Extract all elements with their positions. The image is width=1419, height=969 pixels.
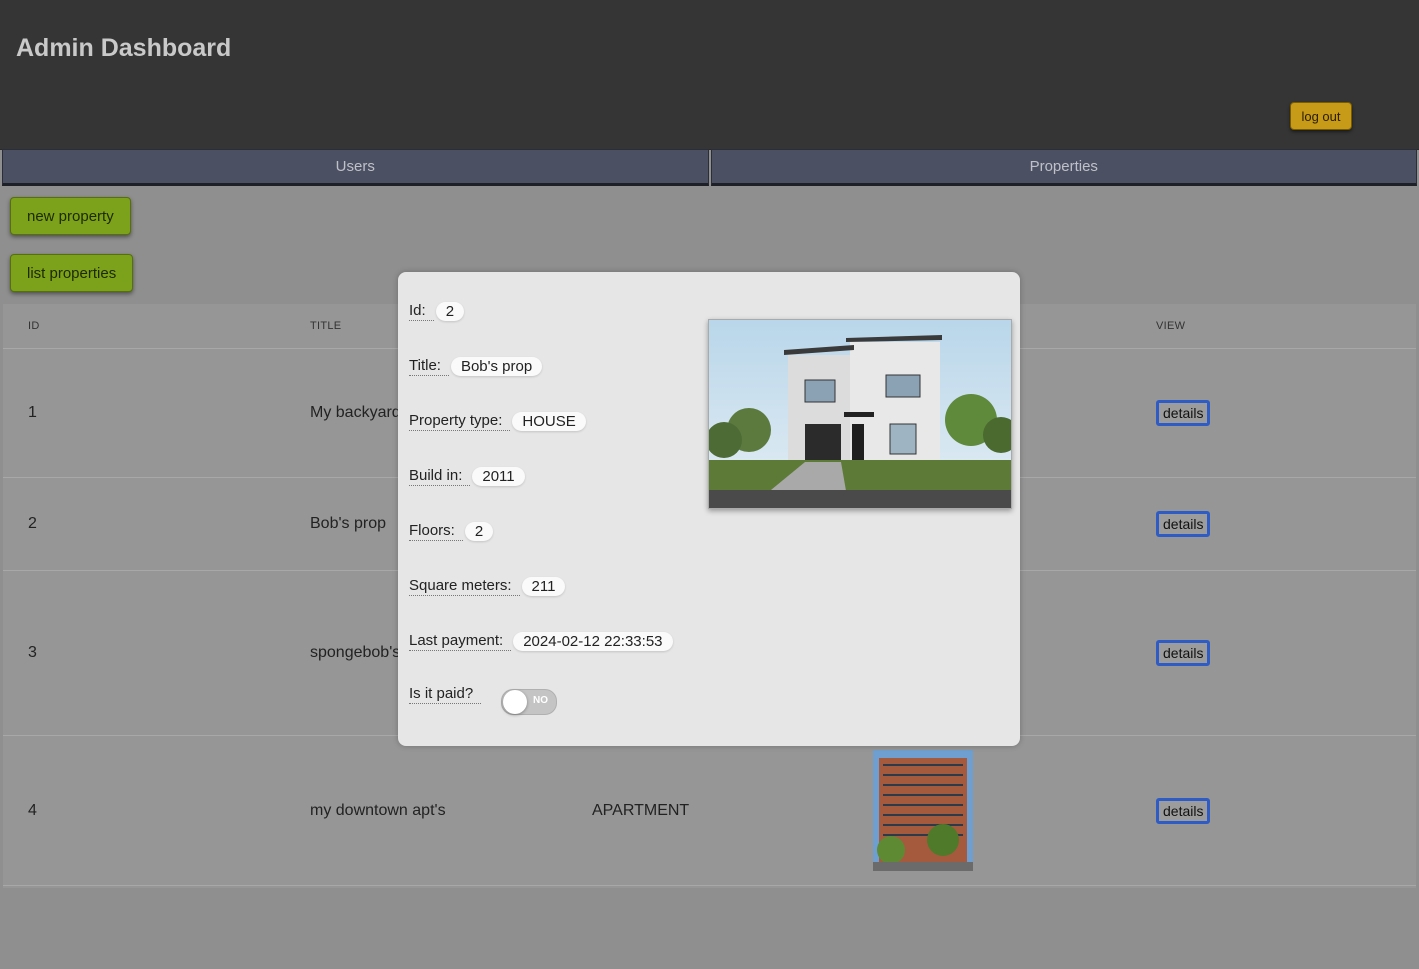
column-header-view: VIEW <box>1156 304 1416 349</box>
tab-properties[interactable]: Properties <box>710 149 1417 186</box>
table-row: 4 my downtown apt's APARTMENT details <box>3 735 1416 886</box>
row-id: 1 <box>3 348 310 478</box>
square-meters-label: Square meters: <box>409 576 520 596</box>
app-header: Admin Dashboard log out <box>0 0 1419 150</box>
details-button[interactable]: details <box>1156 511 1211 537</box>
apartment-photo <box>873 750 973 871</box>
toggle-knob <box>503 690 527 714</box>
title-value: Bob's prop <box>450 356 543 376</box>
new-property-button[interactable]: new property <box>10 197 131 235</box>
title-label: Title: <box>409 356 449 376</box>
details-button[interactable]: details <box>1156 400 1211 426</box>
toggle-state-label: NO <box>533 695 548 706</box>
field-id: Id: 2 <box>409 301 465 321</box>
row-id: 2 <box>3 477 310 571</box>
build-in-label: Build in: <box>409 466 471 486</box>
tab-users[interactable]: Users <box>2 149 709 186</box>
row-image <box>873 735 1156 886</box>
property-details-modal: Id: 2 Title: Bob's prop Property type: H… <box>398 272 1020 746</box>
property-photo <box>708 319 1012 509</box>
details-button[interactable]: details <box>1156 797 1211 824</box>
main-tabs: Users Properties <box>2 149 1417 186</box>
last-payment-label: Last payment: <box>409 631 512 651</box>
field-square-meters: Square meters: 211 <box>409 576 566 596</box>
field-title: Title: Bob's prop <box>409 356 543 376</box>
build-in-value: 2011 <box>472 466 525 486</box>
field-property-type: Property type: HOUSE <box>409 411 586 431</box>
floors-value: 2 <box>464 521 494 541</box>
square-meters-value: 211 <box>521 576 566 596</box>
page-title: Admin Dashboard <box>16 34 232 62</box>
last-payment-value: 2024-02-12 22:33:53 <box>513 631 673 651</box>
paid-toggle[interactable]: NO <box>501 689 557 715</box>
row-id: 4 <box>3 735 310 886</box>
logout-button[interactable]: log out <box>1290 102 1352 130</box>
field-floors: Floors: 2 <box>409 521 494 541</box>
field-build-in: Build in: 2011 <box>409 466 525 486</box>
is-paid-label: Is it paid? <box>409 684 482 704</box>
id-value: 2 <box>435 301 465 321</box>
field-last-payment: Last payment: 2024-02-12 22:33:53 <box>409 631 673 651</box>
id-label: Id: <box>409 301 434 321</box>
row-title: my downtown apt's <box>310 735 592 886</box>
property-type-value: HOUSE <box>512 411 586 431</box>
column-header-id: ID <box>3 304 310 349</box>
property-type-label: Property type: <box>409 411 511 431</box>
field-is-paid: Is it paid? <box>409 684 482 704</box>
floors-label: Floors: <box>409 521 463 541</box>
row-type: APARTMENT <box>592 735 873 886</box>
row-id: 3 <box>3 570 310 736</box>
list-properties-button[interactable]: list properties <box>10 254 134 292</box>
details-button[interactable]: details <box>1156 640 1211 666</box>
